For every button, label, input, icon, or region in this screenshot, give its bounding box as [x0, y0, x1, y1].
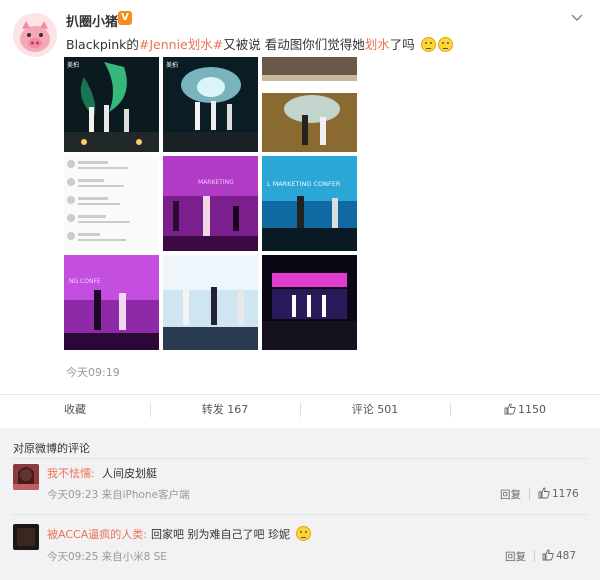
- comment-like-button[interactable]: 1176: [538, 487, 579, 500]
- like-button[interactable]: 1150: [450, 395, 600, 426]
- commenter-avatar[interactable]: [13, 524, 39, 550]
- comment-text: 人间皮划艇: [102, 467, 157, 480]
- image-grid: 美拍 美拍 MARKETING L MARKETING CONFER NG CO…: [64, 57, 358, 351]
- divider: [13, 458, 587, 459]
- svg-text:NG CONFE: NG CONFE: [69, 278, 101, 285]
- repost-label: 转发 167: [201, 403, 249, 416]
- post-time: 今天09:19: [66, 366, 120, 379]
- reply-button[interactable]: 回复: [505, 549, 526, 564]
- thumbs-up-icon: [504, 403, 516, 415]
- post-text-suffix: 了吗: [389, 37, 415, 52]
- svg-text:MARKETING: MARKETING: [198, 179, 234, 186]
- divider: [529, 488, 530, 500]
- action-bar: 收藏 转发 167 评论 501 1150: [0, 394, 600, 426]
- favorite-button[interactable]: 收藏: [0, 395, 150, 426]
- post-text: Blackpink的#Jennie划水#又被说 看动图你们觉得她划水了吗: [66, 34, 453, 53]
- post-text-middle: 又被说 看动图你们觉得她: [223, 37, 365, 52]
- smile-emoji-icon: [437, 37, 453, 52]
- comment-label: 评论 501: [351, 403, 399, 416]
- author-name[interactable]: 扒圈小猪: [66, 11, 118, 30]
- comment-like-count: 1176: [552, 488, 579, 500]
- stage-image-3[interactable]: [262, 57, 357, 152]
- commenter-avatar[interactable]: [13, 464, 39, 490]
- favorite-label: 收藏: [64, 403, 86, 416]
- verified-badge-icon: V: [118, 11, 132, 25]
- stage-image-7[interactable]: NG CONFE: [64, 255, 159, 350]
- svg-text:L MARKETING CONFER: L MARKETING CONFER: [267, 180, 341, 188]
- comment-meta: 今天09:25 来自小米8 SE: [47, 551, 167, 563]
- author-avatar[interactable]: [13, 13, 57, 57]
- comments-title: 对原微博的评论: [13, 442, 90, 455]
- svg-text:美拍: 美拍: [166, 61, 178, 69]
- thumbs-up-icon: [538, 487, 550, 499]
- divider: [13, 514, 587, 515]
- stage-image-5[interactable]: MARKETING: [163, 156, 258, 251]
- comments-screenshot-image[interactable]: [64, 156, 159, 251]
- stage-image-6[interactable]: L MARKETING CONFER: [262, 156, 357, 251]
- post-text-prefix: Blackpink的: [66, 37, 139, 52]
- weibo-post: 扒圈小猪 V Blackpink的#Jennie划水#又被说 看动图你们觉得她划…: [0, 0, 600, 428]
- like-count: 1150: [518, 403, 546, 416]
- stage-image-9[interactable]: [262, 255, 357, 350]
- comment-text-content: 回家吧 别为难自己了吧 珍妮: [151, 528, 290, 541]
- comment-like-count: 487: [556, 550, 577, 562]
- thumbs-up-icon: [542, 549, 554, 561]
- comment-button[interactable]: 评论 501: [300, 395, 450, 426]
- stage-image-8[interactable]: [163, 255, 258, 350]
- chevron-down-icon[interactable]: [570, 10, 584, 24]
- svg-text:美拍: 美拍: [67, 61, 79, 69]
- repost-button[interactable]: 转发 167: [150, 395, 300, 426]
- cat-emoji-icon: [295, 526, 311, 541]
- stage-image-2[interactable]: 美拍: [163, 57, 258, 152]
- commenter-name[interactable]: 被ACCA逼疯的人类:: [47, 526, 147, 542]
- comments-section: 对原微博的评论 我不怯懦: 人间皮划艇 今天09:23 来自iPhone客户端 …: [0, 428, 600, 580]
- comment-meta: 今天09:23 来自iPhone客户端: [47, 489, 190, 501]
- comment-like-button[interactable]: 487: [542, 549, 576, 562]
- comment-text: 回家吧 别为难自己了吧 珍妮: [151, 526, 311, 542]
- divider: [534, 550, 535, 562]
- highlight-link[interactable]: 划水: [365, 37, 390, 52]
- hashtag-link[interactable]: #Jennie划水#: [139, 37, 223, 52]
- smile-emoji-icon: [420, 37, 436, 52]
- stage-image-1[interactable]: 美拍: [64, 57, 159, 152]
- reply-button[interactable]: 回复: [500, 487, 521, 502]
- commenter-name[interactable]: 我不怯懦:: [47, 465, 95, 481]
